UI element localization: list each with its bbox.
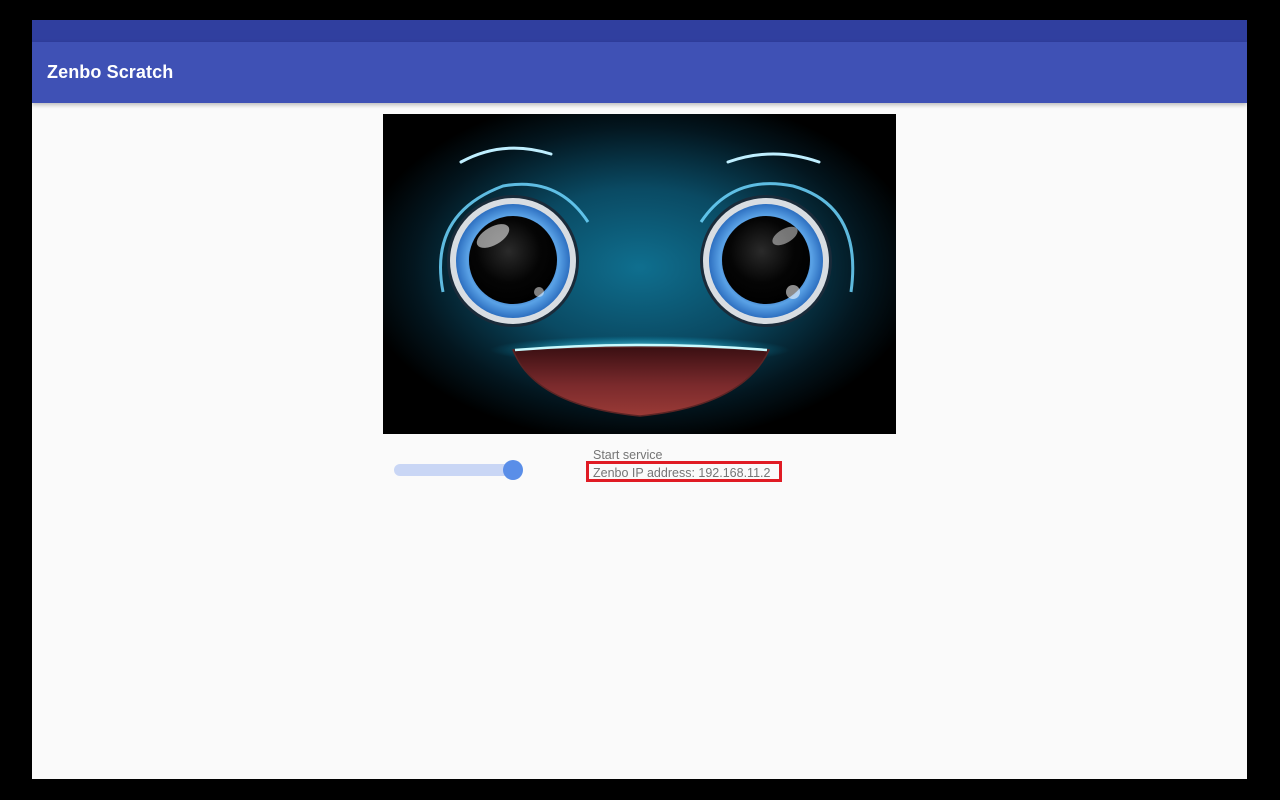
service-toggle-slider[interactable] (394, 458, 524, 482)
app-title: Zenbo Scratch (47, 62, 174, 82)
ip-address-label: Zenbo IP address: 192.168.11.2 (593, 466, 771, 480)
app-screen: Zenbo Scratch Start service Zenbo IP add… (32, 20, 1247, 779)
start-service-label: Start service (593, 448, 663, 462)
robot-face-image (383, 114, 896, 434)
slider-thumb[interactable] (503, 460, 523, 480)
status-bar (32, 20, 1247, 42)
app-bar: Zenbo Scratch (32, 42, 1247, 103)
